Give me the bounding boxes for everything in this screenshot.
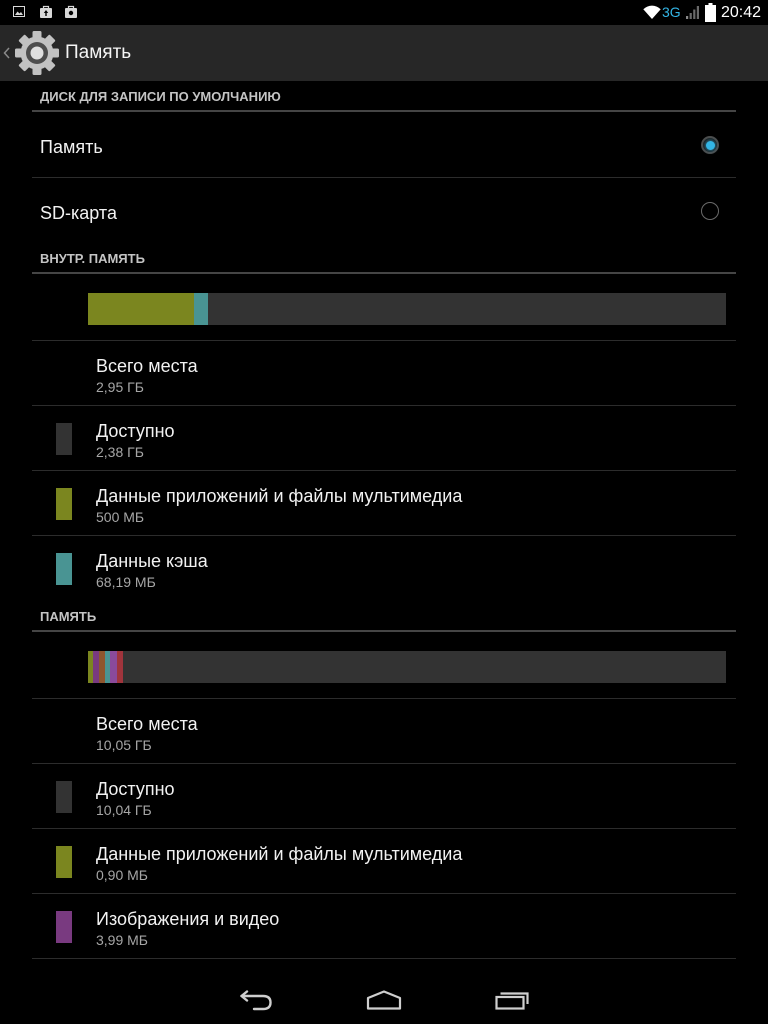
storage-usage-bar-row [32,632,736,699]
row-title: Данные кэша [96,551,208,571]
radio-button[interactable] [701,136,719,154]
row-value: 2,38 ГБ [96,444,144,460]
section-header-label: ПАМЯТЬ [40,609,97,624]
signal-strength-icon [686,5,700,19]
row-value: 10,04 ГБ [96,802,152,818]
row-value: 500 МБ [96,509,145,525]
clock: 20:42 [721,4,762,21]
section-header-label: ДИСК ДЛЯ ЗАПИСИ ПО УМОЛЧАНИЮ [40,89,281,104]
navigation-bar [0,976,768,1024]
recent-apps-button[interactable] [463,976,563,1024]
action-bar: Память [0,25,768,81]
color-swatch [56,911,72,943]
color-swatch [56,488,72,520]
default-disk-option-memory[interactable]: Память [32,112,736,178]
chevron-left-icon [3,47,10,59]
storage-usage-bar [88,293,726,325]
storage-available-row: Доступно 10,04 ГБ [32,764,736,829]
shopping-bag-icon [40,5,52,18]
usage-bar-segment [193,293,208,325]
internal-total-space-row: Всего места 2,95 ГБ [32,341,736,406]
usage-bar-segment [88,293,194,325]
row-title: Доступно [96,421,175,441]
back-icon [239,989,273,1011]
page-title: Память [65,42,132,63]
settings-gear-icon [14,30,60,76]
status-bar: 3G 20:42 [0,0,768,25]
briefcase-icon [65,5,77,18]
row-value: 10,05 ГБ [96,737,152,753]
picture-icon [13,6,25,17]
row-title: Изображения и видео [96,909,280,929]
section-header-storage: ПАМЯТЬ [32,601,736,632]
battery-icon [705,3,716,22]
storage-images-video-row[interactable]: Изображения и видео 3,99 МБ [32,894,736,959]
network-type-label: 3G [662,4,681,20]
color-swatch [56,781,72,813]
section-header-internal-storage: ВНУТР. ПАМЯТЬ [32,243,736,274]
radio-button[interactable] [701,202,719,220]
wifi-icon [643,5,661,19]
row-title: Доступно [96,779,175,799]
storage-total-space-row: Всего места 10,05 ГБ [32,699,736,764]
storage-apps-data-row[interactable]: Данные приложений и файлы мультимедиа 0,… [32,829,736,894]
option-label: Память [40,137,103,157]
color-swatch [56,846,72,878]
option-label: SD-карта [40,203,117,223]
section-header-label: ВНУТР. ПАМЯТЬ [40,251,145,266]
row-title: Данные приложений и файлы мультимедиа [96,486,463,506]
row-value: 68,19 МБ [96,574,156,590]
internal-cache-data-row[interactable]: Данные кэша 68,19 МБ [32,536,736,601]
back-button[interactable] [206,976,306,1024]
color-swatch [56,553,72,585]
default-disk-option-sd-card[interactable]: SD-карта [32,178,736,243]
section-header-default-disk: ДИСК ДЛЯ ЗАПИСИ ПО УМОЛЧАНИЮ [32,81,736,112]
row-title: Данные приложений и файлы мультимедиа [96,844,463,864]
row-value: 2,95 ГБ [96,379,144,395]
row-title: Всего места [96,714,198,734]
storage-settings-list[interactable]: ДИСК ДЛЯ ЗАПИСИ ПО УМОЛЧАНИЮ Память SD-к… [0,81,768,959]
usage-bar-segment [117,651,124,683]
row-title: Всего места [96,356,198,376]
internal-apps-data-row[interactable]: Данные приложений и файлы мультимедиа 50… [32,471,736,536]
usage-bar-segment [110,651,118,683]
home-icon [366,990,402,1010]
color-swatch [56,423,72,455]
internal-available-row: Доступно 2,38 ГБ [32,406,736,471]
storage-usage-bar [88,651,726,683]
row-value: 3,99 МБ [96,932,148,948]
home-button[interactable] [334,976,434,1024]
up-navigation-button[interactable] [0,25,62,81]
internal-usage-bar-row [32,274,736,341]
row-value: 0,90 МБ [96,867,148,883]
recent-apps-icon [495,990,531,1010]
